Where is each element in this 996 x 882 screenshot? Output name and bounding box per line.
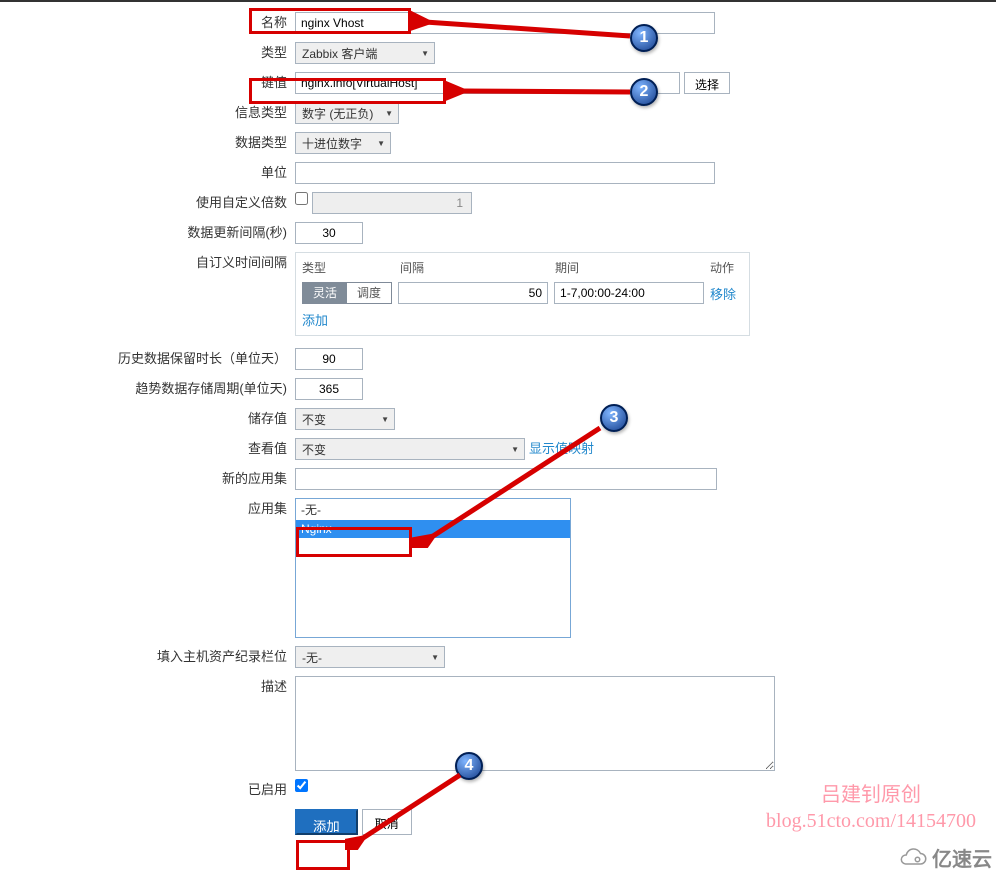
add-interval-link[interactable]: 添加 (302, 313, 328, 328)
interval-hdr-interval: 间隔 (400, 259, 555, 276)
label-key: 键值 (0, 72, 295, 94)
desc-textarea[interactable] (295, 676, 775, 771)
label-show: 查看值 (0, 438, 295, 460)
show-select[interactable]: 不变 (295, 438, 525, 460)
label-desc: 描述 (0, 676, 295, 698)
interval-type-toggle[interactable]: 灵活 调度 (302, 282, 392, 304)
store-select[interactable]: 不变 (295, 408, 395, 430)
label-use-mult: 使用自定义倍数 (0, 192, 295, 214)
remove-link[interactable]: 移除 (710, 284, 736, 303)
label-info-type: 信息类型 (0, 102, 295, 124)
label-host-inventory: 填入主机资产纪录栏位 (0, 646, 295, 668)
label-unit: 单位 (0, 162, 295, 184)
label-store: 储存值 (0, 408, 295, 430)
apps-option-nginx[interactable]: Nginx (296, 520, 570, 538)
toggle-flexible[interactable]: 灵活 (303, 283, 347, 303)
label-new-app: 新的应用集 (0, 468, 295, 490)
apps-listbox[interactable]: -无- Nginx (295, 498, 571, 638)
label-history: 历史数据保留时长（单位天） (0, 348, 295, 370)
history-input[interactable] (295, 348, 363, 370)
apps-option-none[interactable]: -无- (296, 499, 570, 520)
interval-hdr-action: 动作 (710, 259, 734, 276)
key-input[interactable] (295, 72, 680, 94)
name-input[interactable] (295, 12, 715, 34)
period-value-input[interactable] (554, 282, 704, 304)
type-select[interactable]: Zabbix 客户端 (295, 42, 435, 64)
choose-button[interactable]: 选择 (684, 72, 730, 94)
form-container: 名称 类型 Zabbix 客户端 键值 选择 信息类型 数字 (无正负) 数据类… (0, 2, 996, 853)
label-name: 名称 (0, 12, 295, 34)
host-inventory-select[interactable]: -无- (295, 646, 445, 668)
label-data-type: 数据类型 (0, 132, 295, 154)
unit-input[interactable] (295, 162, 715, 184)
interval-hdr-type: 类型 (302, 259, 400, 276)
label-type: 类型 (0, 42, 295, 64)
info-type-select[interactable]: 数字 (无正负) (295, 102, 399, 124)
label-trends: 趋势数据存储周期(单位天) (0, 378, 295, 400)
add-button[interactable]: 添加 (295, 809, 358, 835)
update-interval-input[interactable] (295, 222, 363, 244)
interval-hdr-period: 期间 (555, 259, 710, 276)
label-custom-interval: 自订义时间间隔 (0, 252, 295, 274)
label-apps: 应用集 (0, 498, 295, 520)
new-app-input[interactable] (295, 468, 717, 490)
show-mapping-link[interactable]: 显示值映射 (529, 438, 594, 457)
interval-value-input[interactable] (398, 282, 548, 304)
enabled-checkbox[interactable] (295, 779, 308, 792)
mult-value-input (312, 192, 472, 214)
label-enabled: 已启用 (0, 779, 295, 801)
data-type-select[interactable]: 十进位数字 (295, 132, 391, 154)
trends-input[interactable] (295, 378, 363, 400)
interval-container: 类型 间隔 期间 动作 灵活 调度 移除 添加 (295, 252, 750, 336)
cancel-button[interactable]: 取消 (362, 809, 412, 835)
label-update-interval: 数据更新间隔(秒) (0, 222, 295, 244)
toggle-schedule[interactable]: 调度 (347, 283, 391, 303)
use-mult-checkbox[interactable] (295, 192, 308, 205)
